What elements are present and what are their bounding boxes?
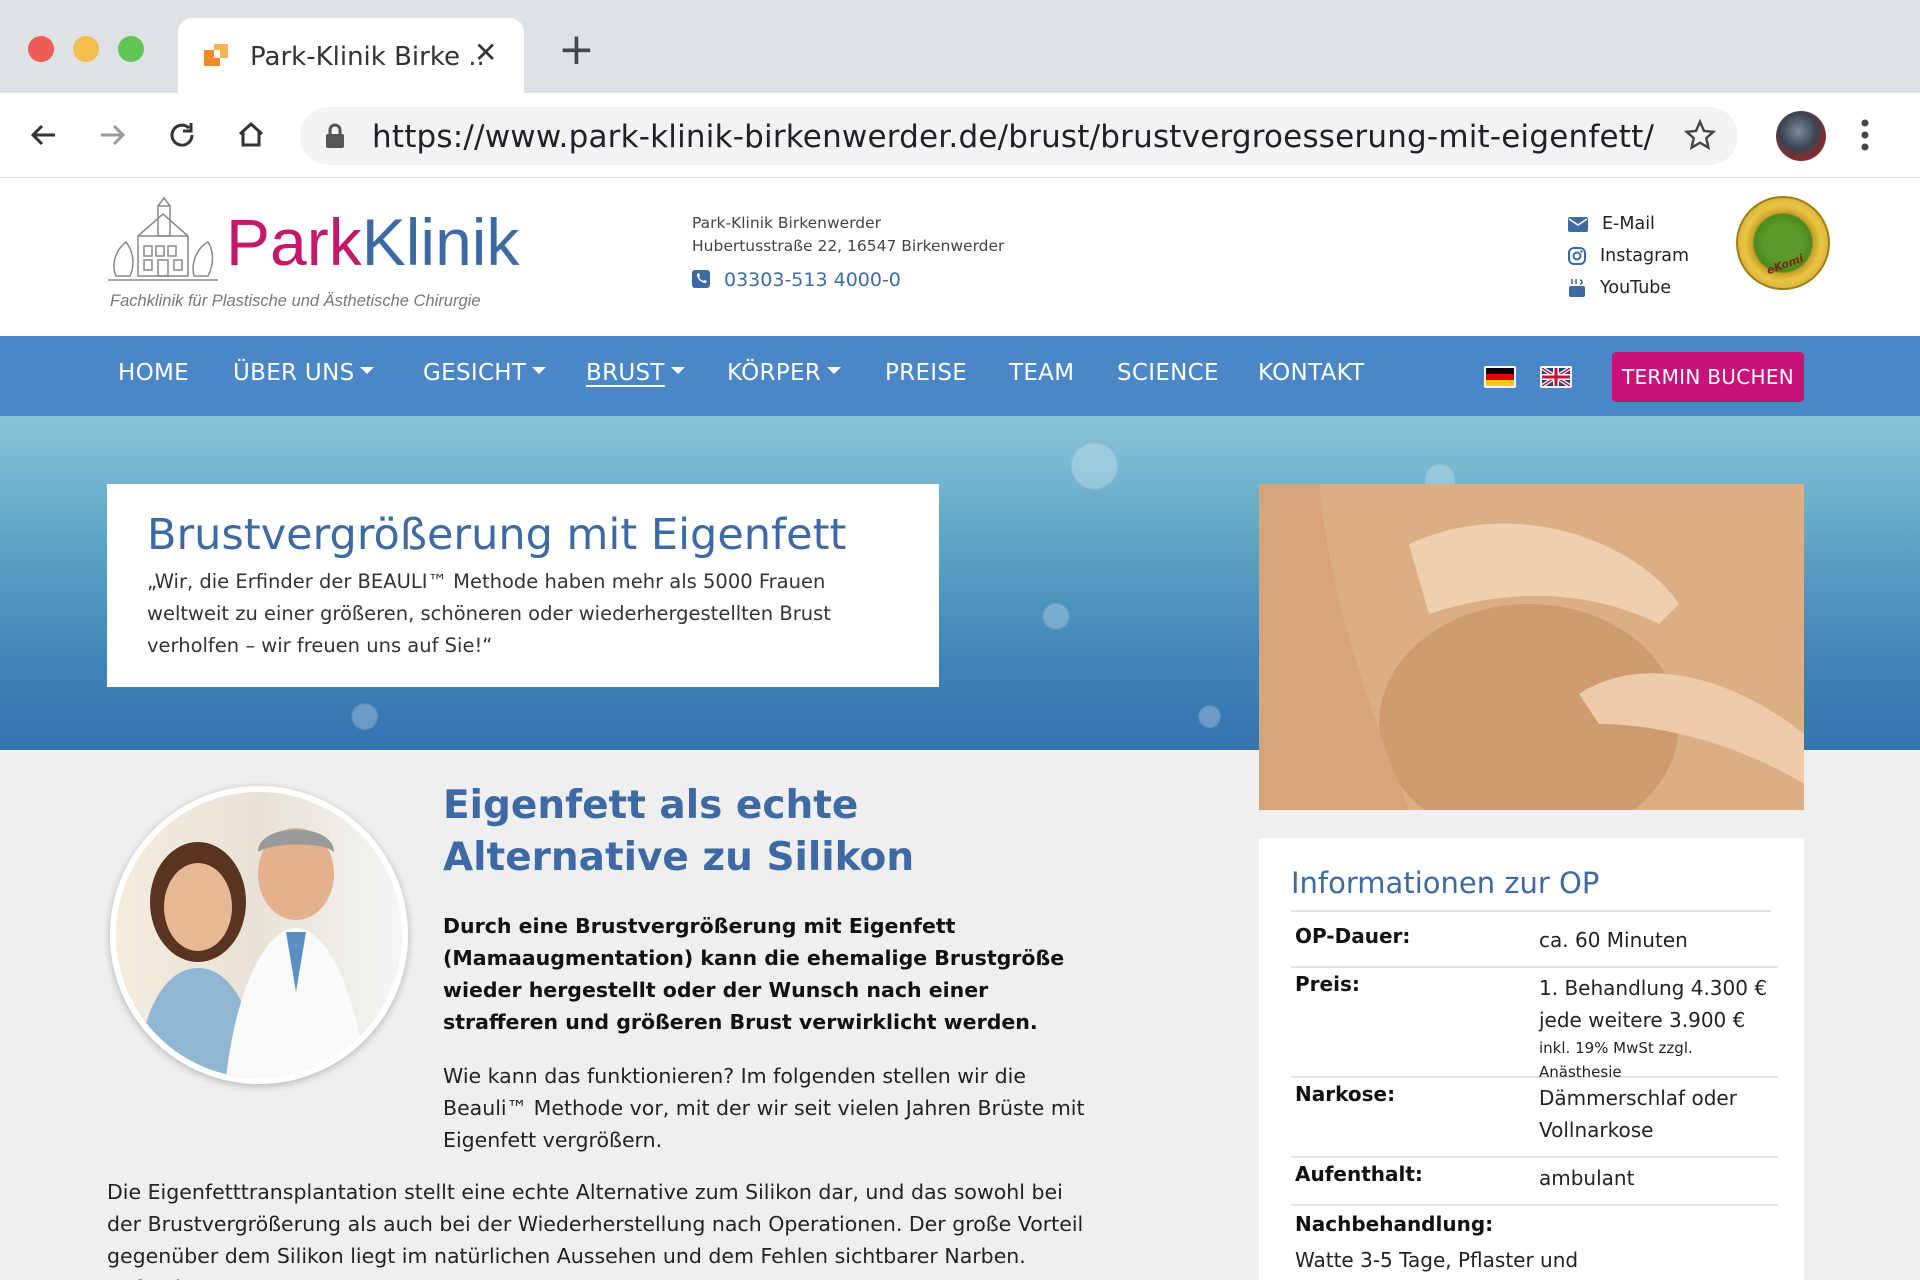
phone-icon — [692, 270, 710, 288]
phone-link[interactable]: 03303-513 4000-0 — [692, 269, 901, 291]
reload-button[interactable] — [160, 113, 204, 157]
envelope-icon — [1568, 216, 1588, 232]
info-box-title: Informationen zur OP — [1291, 866, 1600, 900]
divider — [1291, 910, 1771, 912]
email-link[interactable]: E-Mail — [1568, 214, 1655, 234]
ekomi-award-badge: eKomi — [1736, 196, 1830, 290]
hero-card: Brustvergrößerung mit Eigenfett „Wir, di… — [107, 484, 939, 687]
clinic-building-icon — [108, 196, 218, 281]
info-row-anesthesia: Narkose: Dämmerschlaf oder Vollnarkose — [1291, 1082, 1778, 1158]
browser-toolbar: https://www.park-klinik-birkenwerder.de/… — [0, 93, 1920, 178]
forward-button[interactable] — [90, 113, 134, 157]
instagram-icon — [1568, 247, 1586, 265]
lock-icon — [326, 123, 344, 148]
maximize-window-button[interactable] — [118, 36, 144, 62]
page-title: Brustvergrößerung mit Eigenfett — [147, 510, 847, 560]
nav-team[interactable]: TEAM — [1009, 360, 1074, 386]
more-vertical-icon[interactable] — [1860, 115, 1870, 155]
reload-icon — [170, 123, 194, 147]
browser-tab-bar: Park-Klinik Birke .. ✕ + — [0, 0, 1920, 93]
arrow-left-icon — [30, 124, 55, 146]
nav-gesicht[interactable]: GESICHT — [423, 360, 547, 386]
home-icon — [238, 121, 264, 147]
hero-quote: „Wir, die Erfinder der BEAULI™ Methode h… — [147, 570, 831, 657]
address-line-2: Hubertusstraße 22, 16547 Birkenwerder — [692, 237, 1005, 255]
doctors-photo — [110, 786, 408, 1084]
section-title: Eigenfett als echte Alternative zu Silik… — [443, 783, 915, 880]
browser-tab[interactable]: Park-Klinik Birke .. ✕ — [178, 18, 524, 93]
youtube-link[interactable]: YouTube — [1568, 278, 1671, 298]
german-flag-icon[interactable] — [1484, 366, 1516, 388]
address-bar[interactable]: https://www.park-klinik-birkenwerder.de/… — [300, 107, 1738, 165]
info-row-price: Preis: 1. Behandlung 4.300 € jede weiter… — [1291, 972, 1778, 1081]
url-text[interactable]: https://www.park-klinik-birkenwerder.de/… — [372, 119, 1654, 155]
hero-photo — [1259, 484, 1804, 810]
parkklinik-logo[interactable]: ParkKlinik Fachklinik für Plastische und… — [108, 196, 528, 310]
nav-science[interactable]: SCIENCE — [1117, 360, 1219, 386]
bookmark-star-icon[interactable] — [1684, 119, 1716, 151]
nav-preise[interactable]: PREISE — [885, 360, 967, 386]
body-paragraph-2: Die Eigenfetttransplantation stellt eine… — [107, 1180, 1084, 1280]
nav-koerper[interactable]: KÖRPER — [727, 360, 842, 386]
youtube-icon — [1569, 279, 1585, 297]
back-button[interactable] — [22, 113, 66, 157]
nav-brust[interactable]: BRUST — [586, 360, 685, 386]
instagram-link[interactable]: Instagram — [1568, 246, 1689, 266]
nav-kontakt[interactable]: KONTAKT — [1258, 360, 1365, 386]
uk-flag-icon[interactable] — [1540, 366, 1572, 388]
caret-down-icon — [360, 367, 375, 374]
book-appointment-button[interactable]: TERMIN BUCHEN — [1612, 352, 1804, 402]
profile-avatar[interactable] — [1776, 111, 1826, 161]
arrow-right-icon — [101, 124, 126, 146]
op-info-box: Informationen zur OP OP-Dauer: ca. 60 Mi… — [1259, 838, 1804, 1280]
caret-down-icon — [827, 367, 842, 374]
logo-wordmark: ParkKlinik — [226, 205, 520, 279]
home-button[interactable] — [229, 113, 273, 157]
info-row-aftercare: Nachbehandlung: Watte 3-5 Tage, Pflaster… — [1295, 1212, 1579, 1272]
lead-paragraph: Durch eine Brustvergrößerung mit Eigenfe… — [443, 914, 1065, 1034]
info-row-duration: OP-Dauer: ca. 60 Minuten — [1291, 924, 1778, 968]
site-favicon-icon — [204, 44, 228, 66]
body-paragraph-1: Wie kann das funktionieren? Im folgenden… — [443, 1064, 1085, 1152]
address-line-1: Park-Klinik Birkenwerder — [692, 214, 882, 232]
caret-down-icon — [532, 367, 547, 374]
nav-ueber-uns[interactable]: ÜBER UNS — [233, 360, 375, 386]
logo-subtitle: Fachklinik für Plastische und Ästhetisch… — [110, 292, 481, 310]
tab-close-icon[interactable]: ✕ — [474, 36, 497, 69]
site-header: ParkKlinik Fachklinik für Plastische und… — [0, 178, 1920, 336]
info-row-stay: Aufenthalt: ambulant — [1291, 1162, 1778, 1206]
new-tab-button[interactable]: + — [558, 28, 595, 72]
tab-title: Park-Klinik Birke .. — [250, 42, 485, 72]
caret-down-icon — [670, 367, 685, 374]
main-navigation: HOME ÜBER UNS GESICHT BRUST KÖRPER PREIS… — [0, 336, 1920, 416]
close-window-button[interactable] — [28, 36, 54, 62]
minimize-window-button[interactable] — [73, 36, 99, 62]
nav-home[interactable]: HOME — [118, 360, 189, 386]
